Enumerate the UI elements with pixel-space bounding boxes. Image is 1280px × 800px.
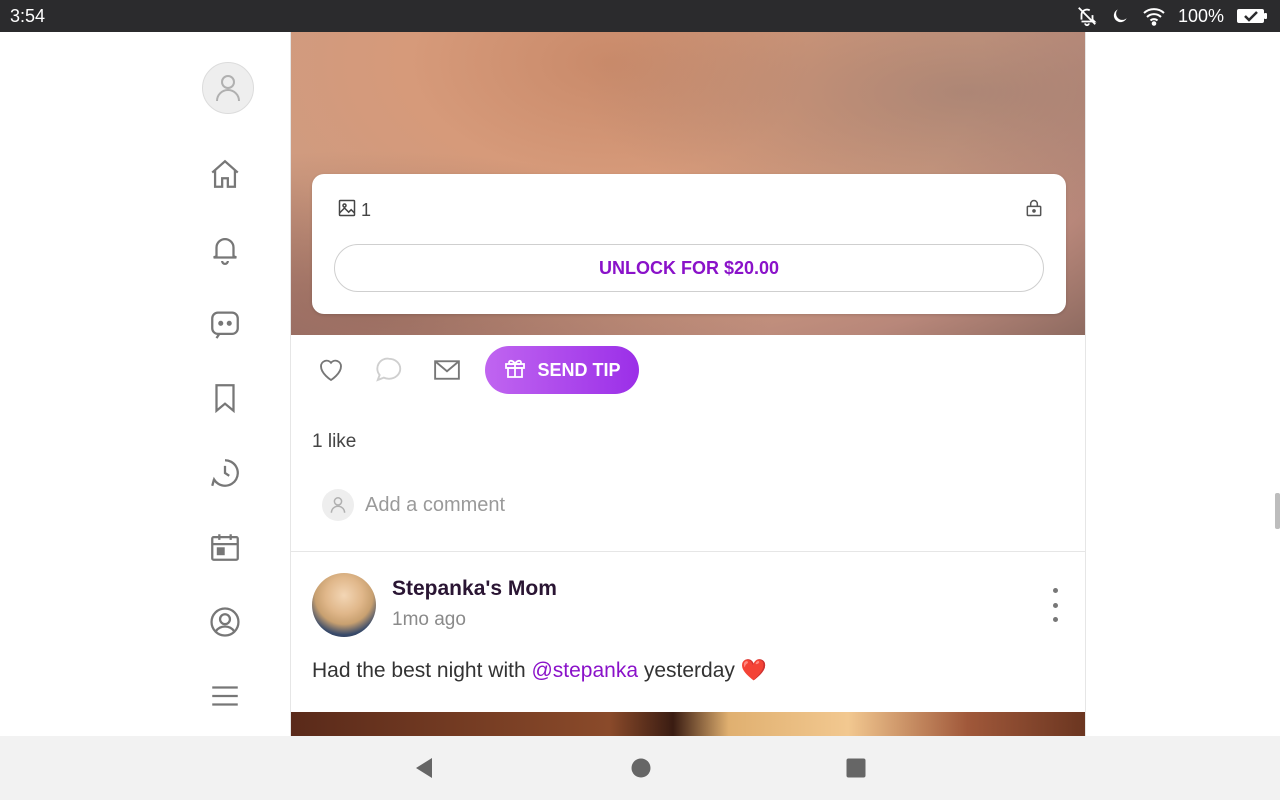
- lock-icon: [1024, 198, 1044, 223]
- status-bar: 3:54 100%: [0, 0, 1280, 32]
- menu-icon[interactable]: [205, 676, 245, 716]
- like-heart-icon[interactable]: [311, 350, 351, 390]
- image-icon: [337, 198, 357, 223]
- send-tip-button[interactable]: SEND TIP: [485, 346, 639, 394]
- sidebar: [0, 32, 290, 736]
- recents-icon[interactable]: [845, 756, 867, 785]
- comment-bubble-icon[interactable]: [369, 350, 409, 390]
- scrollbar[interactable]: [1275, 493, 1280, 529]
- back-icon[interactable]: [413, 756, 435, 785]
- unlock-button[interactable]: UNLOCK FOR $20.00: [334, 244, 1044, 292]
- home-circle-icon[interactable]: [630, 756, 652, 785]
- locked-content-card: 1 UNLOCK FOR $20.00: [312, 174, 1066, 314]
- media-count: 1: [337, 198, 371, 223]
- battery-label: 100%: [1177, 5, 1224, 26]
- notifications-off-icon: [1076, 5, 1098, 27]
- profile-icon[interactable]: [205, 602, 245, 642]
- media-count-value: 1: [361, 200, 372, 220]
- history-icon[interactable]: [205, 453, 245, 493]
- battery-icon: [1236, 7, 1268, 25]
- more-options-icon[interactable]: [1045, 588, 1065, 622]
- gift-icon: [503, 356, 527, 385]
- calendar-icon[interactable]: [205, 527, 245, 567]
- messages-icon[interactable]: [205, 304, 245, 344]
- wifi-icon: [1142, 6, 1166, 26]
- post-image[interactable]: [291, 712, 1085, 736]
- post-text: Had the best night with @stepanka yester…: [312, 659, 767, 683]
- mention-link[interactable]: @stepanka: [531, 659, 638, 682]
- navigation-bar: [0, 736, 1280, 800]
- bookmark-icon[interactable]: [205, 378, 245, 418]
- likes-count[interactable]: 1 like: [312, 431, 356, 453]
- send-tip-label: SEND TIP: [537, 359, 621, 380]
- post-text-start: Had the best night with: [312, 659, 532, 682]
- post-actions: SEND TIP: [291, 335, 1085, 405]
- home-icon[interactable]: [205, 154, 245, 194]
- post-text-end: yesterday ❤️: [638, 659, 767, 682]
- user-avatar[interactable]: [202, 62, 254, 114]
- bell-icon[interactable]: [205, 229, 245, 269]
- message-envelope-icon[interactable]: [427, 350, 467, 390]
- feed[interactable]: 1 UNLOCK FOR $20.00 SEND TIP 1 like Add …: [290, 32, 1086, 736]
- comment-row: [312, 472, 1076, 538]
- status-time: 3:54: [10, 5, 46, 26]
- moon-icon: [1110, 6, 1130, 26]
- post-timestamp[interactable]: 1mo ago: [392, 609, 466, 631]
- comment-input[interactable]: [365, 493, 1045, 517]
- author-name[interactable]: Stepanka's Mom: [392, 577, 557, 601]
- post-divider: [291, 551, 1085, 552]
- author-avatar[interactable]: [312, 573, 376, 637]
- comment-user-avatar: [322, 489, 354, 521]
